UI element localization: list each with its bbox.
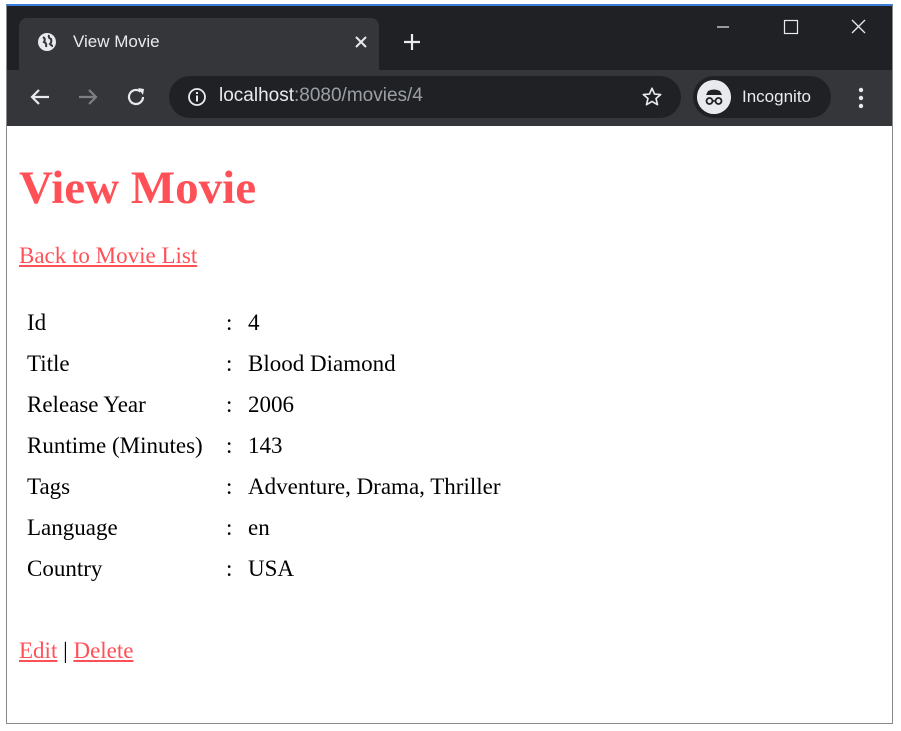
globe-icon	[38, 33, 56, 51]
incognito-profile-button[interactable]: Incognito	[693, 76, 831, 118]
field-value: USA	[248, 556, 295, 581]
page-content: View Movie Back to Movie List Id : 4 Tit…	[7, 126, 892, 723]
field-separator: :	[226, 515, 233, 540]
field-label: Runtime (Minutes)	[27, 433, 203, 458]
page-title: View Movie	[19, 162, 257, 214]
bookmark-star-icon[interactable]	[641, 86, 663, 108]
tab-title: View Movie	[73, 32, 160, 51]
field-value: 143	[248, 433, 283, 458]
close-tab-icon[interactable]	[353, 34, 369, 50]
edit-link[interactable]: Edit	[19, 638, 57, 663]
field-label: Id	[27, 310, 47, 335]
field-label: Language	[27, 515, 118, 540]
tab-strip: View Movie	[7, 6, 892, 70]
back-arrow-icon[interactable]	[29, 86, 51, 108]
field-label: Release Year	[27, 392, 146, 417]
field-separator: :	[226, 433, 233, 458]
browser-window: View Movie localhost:8080/movies/4 Incog…	[6, 4, 893, 724]
kebab-menu-icon[interactable]	[851, 86, 871, 110]
action-divider: |	[63, 638, 68, 663]
forward-arrow-icon[interactable]	[77, 86, 99, 108]
back-to-list-link[interactable]: Back to Movie List	[19, 243, 197, 269]
reload-icon[interactable]	[125, 86, 147, 108]
url-text[interactable]: localhost:8080/movies/4	[219, 85, 423, 107]
field-label: Title	[27, 351, 70, 376]
field-label: Tags	[27, 474, 71, 499]
action-links: Edit | Delete	[19, 638, 133, 664]
field-separator: :	[226, 351, 233, 376]
field-separator: :	[226, 474, 233, 499]
field-value: Adventure, Drama, Thriller	[248, 474, 501, 499]
url-path: :8080/movies/4	[294, 85, 423, 106]
field-separator: :	[226, 556, 233, 581]
incognito-label: Incognito	[742, 87, 811, 106]
field-value: 2006	[248, 392, 294, 417]
field-value: en	[248, 515, 270, 540]
field-value: 4	[248, 310, 260, 335]
delete-link[interactable]: Delete	[73, 638, 133, 663]
field-separator: :	[226, 392, 233, 417]
url-host: localhost	[219, 85, 294, 106]
new-tab-icon[interactable]	[403, 33, 421, 51]
tab-view-movie[interactable]: View Movie	[19, 18, 379, 70]
info-icon[interactable]	[187, 87, 207, 107]
address-bar[interactable]: localhost:8080/movies/4	[169, 76, 681, 118]
incognito-icon	[697, 80, 731, 114]
minimize-icon[interactable]	[693, 6, 753, 52]
field-separator: :	[226, 310, 233, 335]
field-label: Country	[27, 556, 103, 581]
toolbar: localhost:8080/movies/4 Incognito	[7, 70, 892, 126]
maximize-icon[interactable]	[761, 6, 821, 52]
window-close-icon[interactable]	[828, 6, 888, 52]
field-value: Blood Diamond	[248, 351, 396, 376]
